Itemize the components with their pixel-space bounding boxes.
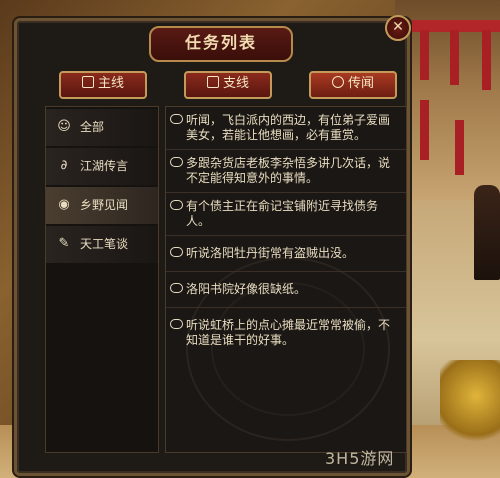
railing-post — [455, 120, 464, 175]
eye-icon: ◉ — [58, 197, 70, 212]
category-label: 天工笔谈 — [80, 237, 129, 251]
rumor-list: 听闻，飞白派内的西边，有位弟子爱画美女，若能让他想画，必有重赏。 多跟杂货店老板… — [165, 106, 407, 453]
speech-bubble-icon — [170, 200, 183, 210]
rumor-text: 听说虹桥上的点心摊最近常常被偷，不知道是谁干的好事。 — [186, 318, 391, 347]
rumor-item[interactable]: 听说洛阳牡丹街常有盗贼出没。 — [166, 236, 406, 272]
category-label: 全部 — [80, 120, 105, 134]
category-all[interactable]: ☺ 全部 — [46, 109, 158, 146]
railing-post — [450, 30, 459, 85]
railing-post — [420, 100, 429, 160]
ear-icon: ∂ — [60, 158, 68, 173]
rumor-text: 听说洛阳牡丹街常有盗贼出没。 — [186, 246, 355, 260]
tab-rumors[interactable]: 传闻 — [309, 71, 397, 99]
character-figure — [474, 185, 500, 280]
rumor-text: 听闻，飞白派内的西边，有位弟子爱画美女，若能让他想画，必有重赏。 — [186, 113, 391, 142]
speech-bubble-icon — [170, 283, 183, 293]
autumn-tree — [440, 360, 500, 450]
tab-label: 传闻 — [347, 76, 374, 91]
railing-post — [482, 30, 491, 90]
rumor-text: 多跟杂货店老板李杂悟多讲几次话，说不定能得知意外的事情。 — [186, 156, 391, 185]
rumor-item[interactable]: 洛阳书院好像很缺纸。 — [166, 272, 406, 308]
speech-bubble-icon — [170, 319, 183, 329]
site-watermark: 3H5游网 — [325, 449, 395, 468]
quest-tabs: 主线 支线 传闻 — [59, 71, 399, 99]
tab-label: 主线 — [97, 76, 124, 91]
category-village-tales[interactable]: ◉ 乡野见闻 — [46, 187, 158, 224]
tab-main-quest[interactable]: 主线 — [59, 71, 147, 99]
brush-icon: ✎ — [58, 236, 70, 251]
category-label: 江湖传言 — [80, 159, 129, 173]
rumor-text: 有个债主正在俞记宝铺附近寻找债务人。 — [186, 199, 379, 228]
speech-bubble-icon — [170, 114, 183, 124]
rumor-item[interactable]: 听闻，飞白派内的西边，有位弟子爱画美女，若能让他想画，必有重赏。 — [166, 107, 406, 150]
speech-bubble-icon — [331, 76, 344, 88]
speech-bubble-icon — [170, 247, 183, 257]
tab-label: 支线 — [222, 76, 249, 91]
category-tiangong-notes[interactable]: ✎ 天工笔谈 — [46, 226, 158, 263]
category-label: 乡野见闻 — [80, 198, 129, 212]
speech-bubble-icon — [170, 157, 183, 167]
rumor-item[interactable]: 听说虹桥上的点心摊最近常常被偷，不知道是谁干的好事。 — [166, 308, 406, 358]
window-title: 任务列表 — [149, 26, 293, 62]
search-icon — [206, 76, 219, 88]
speech-bubble-icon: ☺ — [57, 119, 71, 134]
category-jianghu-rumors[interactable]: ∂ 江湖传言 — [46, 148, 158, 185]
rumor-text: 洛阳书院好像很缺纸。 — [186, 282, 307, 296]
rumor-item[interactable]: 多跟杂货店老板李杂悟多讲几次话，说不定能得知意外的事情。 — [166, 150, 406, 193]
close-button[interactable]: ✕ — [385, 15, 411, 41]
tab-side-quest[interactable]: 支线 — [184, 71, 272, 99]
rumor-item[interactable]: 有个债主正在俞记宝铺附近寻找债务人。 — [166, 193, 406, 236]
quest-list-window: 任务列表 主线 支线 传闻 ☺ 全部 ∂ 江湖传言 ◉ 乡野见闻 ✎ 天工笔谈 — [14, 18, 410, 476]
railing-post — [420, 30, 429, 80]
category-list: ☺ 全部 ∂ 江湖传言 ◉ 乡野见闻 ✎ 天工笔谈 — [45, 106, 159, 453]
flag-icon — [81, 76, 94, 88]
